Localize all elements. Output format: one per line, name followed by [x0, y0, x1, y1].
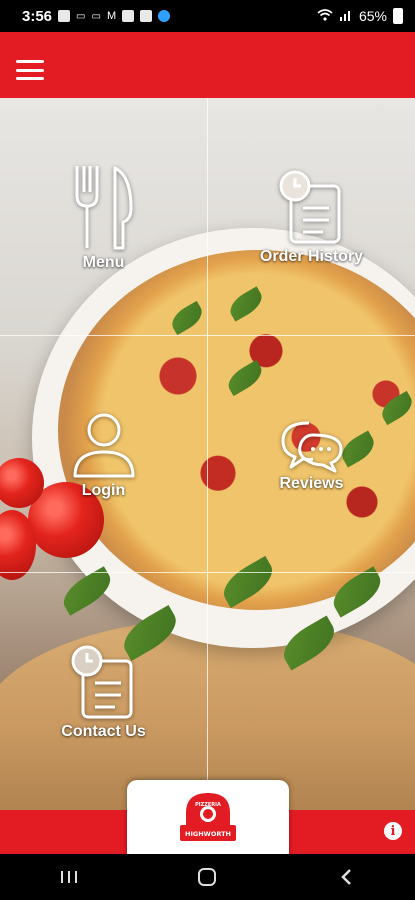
recents-button[interactable] [39, 854, 99, 900]
recents-icon [61, 871, 78, 883]
menu-line [16, 77, 44, 80]
login-label: Login [81, 481, 126, 499]
logo-card[interactable]: PIZZERIA HIGHWORTH [127, 780, 289, 854]
image-icon [58, 10, 71, 22]
mail-icon: M [106, 10, 117, 22]
chat-bubbles-icon [281, 421, 342, 472]
chat-icon: ▭ [76, 10, 86, 22]
status-bar: 3:56 ▭ ▭ M 65% [0, 0, 415, 32]
pizzeria-logo: PIZZERIA HIGHWORTH [180, 793, 236, 841]
photo-icon [140, 10, 153, 22]
contact-us-tile[interactable]: Contact Us [0, 573, 207, 810]
battery-level: 65% [358, 8, 387, 24]
reviews-label: Reviews [279, 474, 344, 492]
menu-line [16, 68, 44, 72]
home-icon [198, 868, 217, 886]
messenger-icon [158, 10, 171, 22]
logo-bottom-text: HIGHWORTH [185, 830, 231, 838]
system-nav-bar [0, 854, 415, 900]
hamburger-menu-button[interactable] [16, 60, 44, 80]
menu-label: Menu [82, 253, 125, 271]
user-icon [73, 413, 134, 477]
order-history-label: Order History [259, 247, 364, 265]
contact-us-label: Contact Us [61, 722, 146, 740]
signal-icon [339, 8, 353, 24]
menu-line [16, 60, 44, 63]
status-time: 3:56 [22, 7, 53, 25]
contact-icon [71, 645, 132, 718]
order-history-tile[interactable]: Order History [208, 98, 415, 335]
back-button[interactable] [316, 854, 376, 900]
home-button[interactable] [177, 854, 237, 900]
gallery-icon [122, 10, 135, 22]
menu-tile[interactable]: Menu [0, 98, 207, 335]
reviews-tile[interactable]: Reviews [208, 336, 415, 573]
wifi-icon [317, 8, 333, 24]
chat-icon: ▭ [91, 10, 101, 22]
login-tile[interactable]: Login [0, 336, 207, 573]
fork-knife-icon [75, 165, 132, 249]
app-header [0, 32, 415, 98]
logo-top-text: PIZZERIA [195, 802, 221, 808]
info-icon[interactable]: i [384, 822, 402, 840]
back-icon [341, 869, 351, 885]
order-history-icon [279, 170, 340, 243]
battery-icon [393, 8, 403, 24]
